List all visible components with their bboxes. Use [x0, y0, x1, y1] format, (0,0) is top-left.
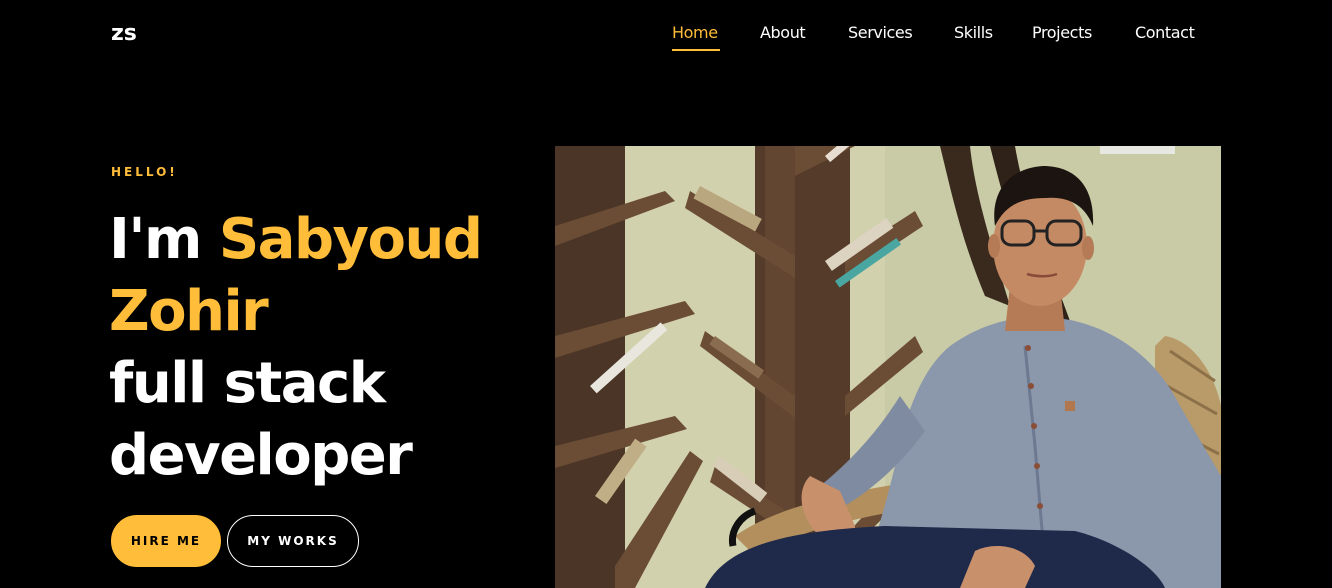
hero-headline: I'm Sabyoud Zohir full stack developer [109, 204, 549, 492]
page: zs Home About Services Skills Projects C… [0, 0, 1332, 588]
site-logo[interactable]: zs [111, 21, 137, 47]
nav-item-home[interactable]: Home [672, 22, 718, 44]
headline-intro: I'm [109, 207, 202, 272]
headline-line-1: I'm Sabyoud [109, 204, 549, 276]
hero-photo [555, 146, 1221, 588]
hero-greeting: HELLO! [111, 165, 178, 179]
headline-last-name: Zohir [109, 279, 269, 344]
my-works-button[interactable]: MY WORKS [227, 515, 359, 567]
headline-role-line-1: full stack [109, 351, 386, 416]
portrait-illustration [555, 146, 1221, 588]
nav-item-projects[interactable]: Projects [1032, 22, 1092, 44]
nav-item-about[interactable]: About [760, 22, 806, 44]
nav-item-contact[interactable]: Contact [1135, 22, 1195, 44]
nav-active-underline [672, 49, 720, 51]
nav-item-skills[interactable]: Skills [954, 22, 993, 44]
headline-role-line-2: developer [109, 423, 413, 488]
headline-first-name: Sabyoud [218, 207, 483, 272]
nav-item-services[interactable]: Services [848, 22, 913, 44]
hire-me-button[interactable]: HIRE ME [111, 515, 221, 567]
